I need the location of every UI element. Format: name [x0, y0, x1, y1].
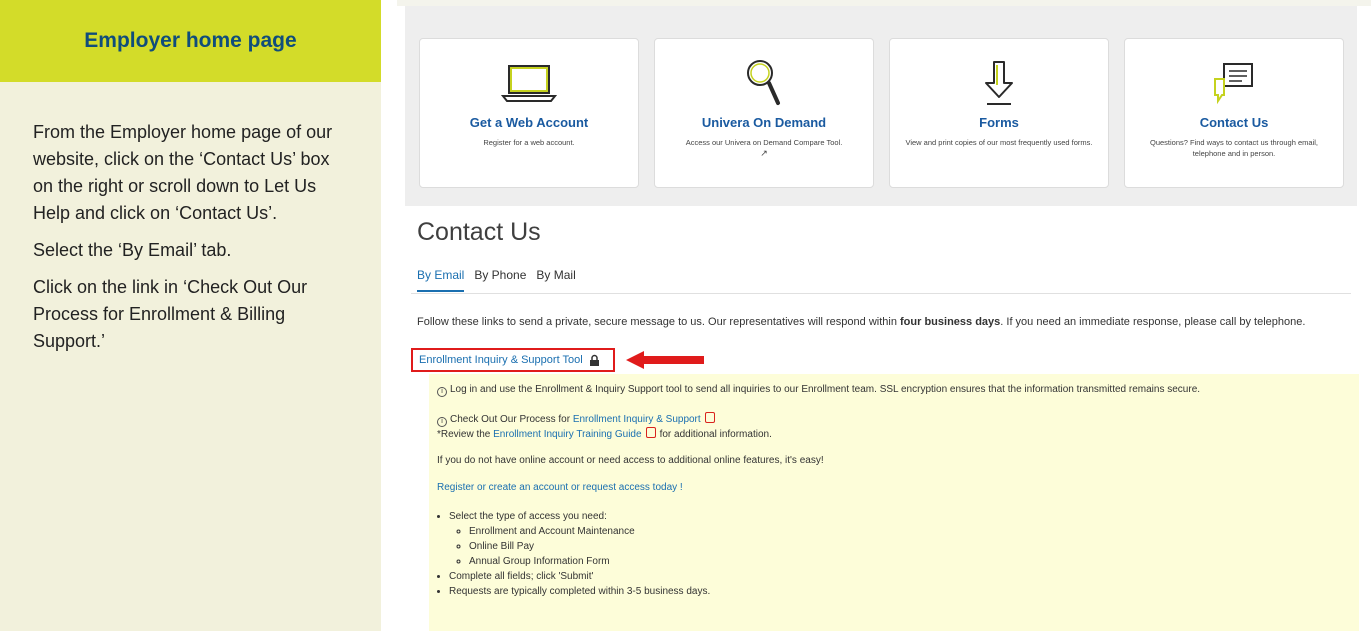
instruction-step-2: Select the ‘By Email’ tab. [33, 240, 232, 260]
card-contact-us[interactable]: Contact Us Questions? Find ways to conta… [1124, 38, 1344, 188]
list-item: Requests are typically completed within … [449, 584, 710, 599]
register-link-line: Register or create an account or request… [437, 482, 683, 493]
magnifier-icon [747, 60, 780, 105]
page-title: Contact Us [417, 218, 541, 246]
enrollment-inquiry-tool-link[interactable]: Enrollment Inquiry & Support Tool [419, 354, 583, 366]
info-line-1-text: Log in and use the Enrollment & Inquiry … [450, 384, 1201, 395]
laptop-icon [501, 65, 557, 102]
enrollment-inquiry-support-link[interactable]: Enrollment Inquiry & Support [573, 414, 701, 425]
intro-emphasis: four business days [900, 316, 1001, 328]
card-desc: Access our Univera on Demand Compare Too… [669, 137, 859, 159]
instruction-panel: Employer home page From the Employer hom… [0, 0, 381, 631]
card-desc: Questions? Find ways to contact us throu… [1149, 138, 1318, 158]
steps-list: Select the type of access you need: Enro… [449, 509, 710, 599]
list-item: Complete all fields; click 'Submit' [449, 569, 710, 584]
info-line-2: i Check Out Our Process for Enrollment In… [437, 412, 719, 427]
contact-tabs: By Email By Phone By Mail [417, 268, 576, 292]
chat-icon [1214, 63, 1253, 105]
instruction-title: Employer home page [84, 29, 297, 52]
tab-by-email[interactable]: By Email [417, 268, 465, 292]
info-line-3: *Review the Enrollment Inquiry Training … [437, 427, 772, 440]
external-link-icon: ↗ [760, 148, 768, 158]
card-desc-text: Access our Univera on Demand Compare Too… [685, 138, 843, 147]
pdf-icon [704, 412, 715, 423]
lock-icon [589, 354, 599, 366]
card-desc: Register for a web account. [483, 138, 575, 147]
card-get-web-account[interactable]: Get a Web Account Register for a web acc… [419, 38, 639, 188]
info-line-3-text: *Review the [437, 429, 494, 440]
card-title: Get a Web Account [469, 115, 589, 130]
list-item: Select the type of access you need: Enro… [449, 509, 710, 569]
info-icon: i [437, 417, 447, 427]
highlight-box: Enrollment Inquiry & Support Tool [411, 348, 615, 372]
step-text: Select the type of access you need: [449, 511, 607, 522]
download-arrow-icon [985, 61, 1013, 105]
info-line-1: i Log in and use the Enrollment & Inquiry… [437, 384, 1200, 397]
intro-text: Follow these links to send a private, se… [417, 316, 1305, 328]
instruction-step-1: From the Employer home page of our websi… [33, 122, 333, 223]
info-icon: i [437, 387, 447, 397]
tab-by-mail[interactable]: By Mail [536, 268, 575, 292]
pdf-icon [645, 427, 656, 438]
list-item: Online Bill Pay [469, 539, 710, 554]
list-item: Enrollment and Account Maintenance [469, 524, 710, 539]
register-link[interactable]: Register or create an account or request… [437, 482, 683, 493]
tabs-divider [411, 293, 1351, 294]
red-arrow-icon [626, 351, 704, 369]
instruction-body: From the Employer home page of our websi… [33, 119, 353, 365]
tab-by-phone[interactable]: By Phone [474, 268, 526, 292]
website-screenshot: Get a Web Account Register for a web acc… [397, 0, 1371, 631]
access-types-list: Enrollment and Account Maintenance Onlin… [449, 524, 710, 569]
info-line-3-suffix: for additional information. [659, 429, 772, 440]
card-desc: View and print copies of our most freque… [905, 138, 1093, 147]
card-forms[interactable]: Forms View and print copies of our most … [889, 38, 1109, 188]
training-guide-link[interactable]: Enrollment Inquiry Training Guide [493, 429, 641, 440]
info-line-2-text: Check Out Our Process for [450, 414, 573, 425]
card-title: Forms [979, 115, 1019, 130]
info-line-4: If you do not have online account or nee… [437, 455, 824, 466]
intro-text-start: Follow these links to send a private, se… [417, 316, 901, 328]
card-title: Contact Us [1199, 115, 1269, 130]
instruction-header: Employer home page [0, 0, 381, 82]
card-univera-on-demand[interactable]: Univera On Demand Access our Univera on … [654, 38, 874, 188]
list-item: Annual Group Information Form [469, 554, 710, 569]
instruction-step-3: Click on the link in ‘Check Out Our Proc… [33, 277, 308, 351]
intro-text-end: . If you need an immediate response, ple… [1000, 316, 1306, 328]
card-title: Univera On Demand [701, 115, 827, 130]
